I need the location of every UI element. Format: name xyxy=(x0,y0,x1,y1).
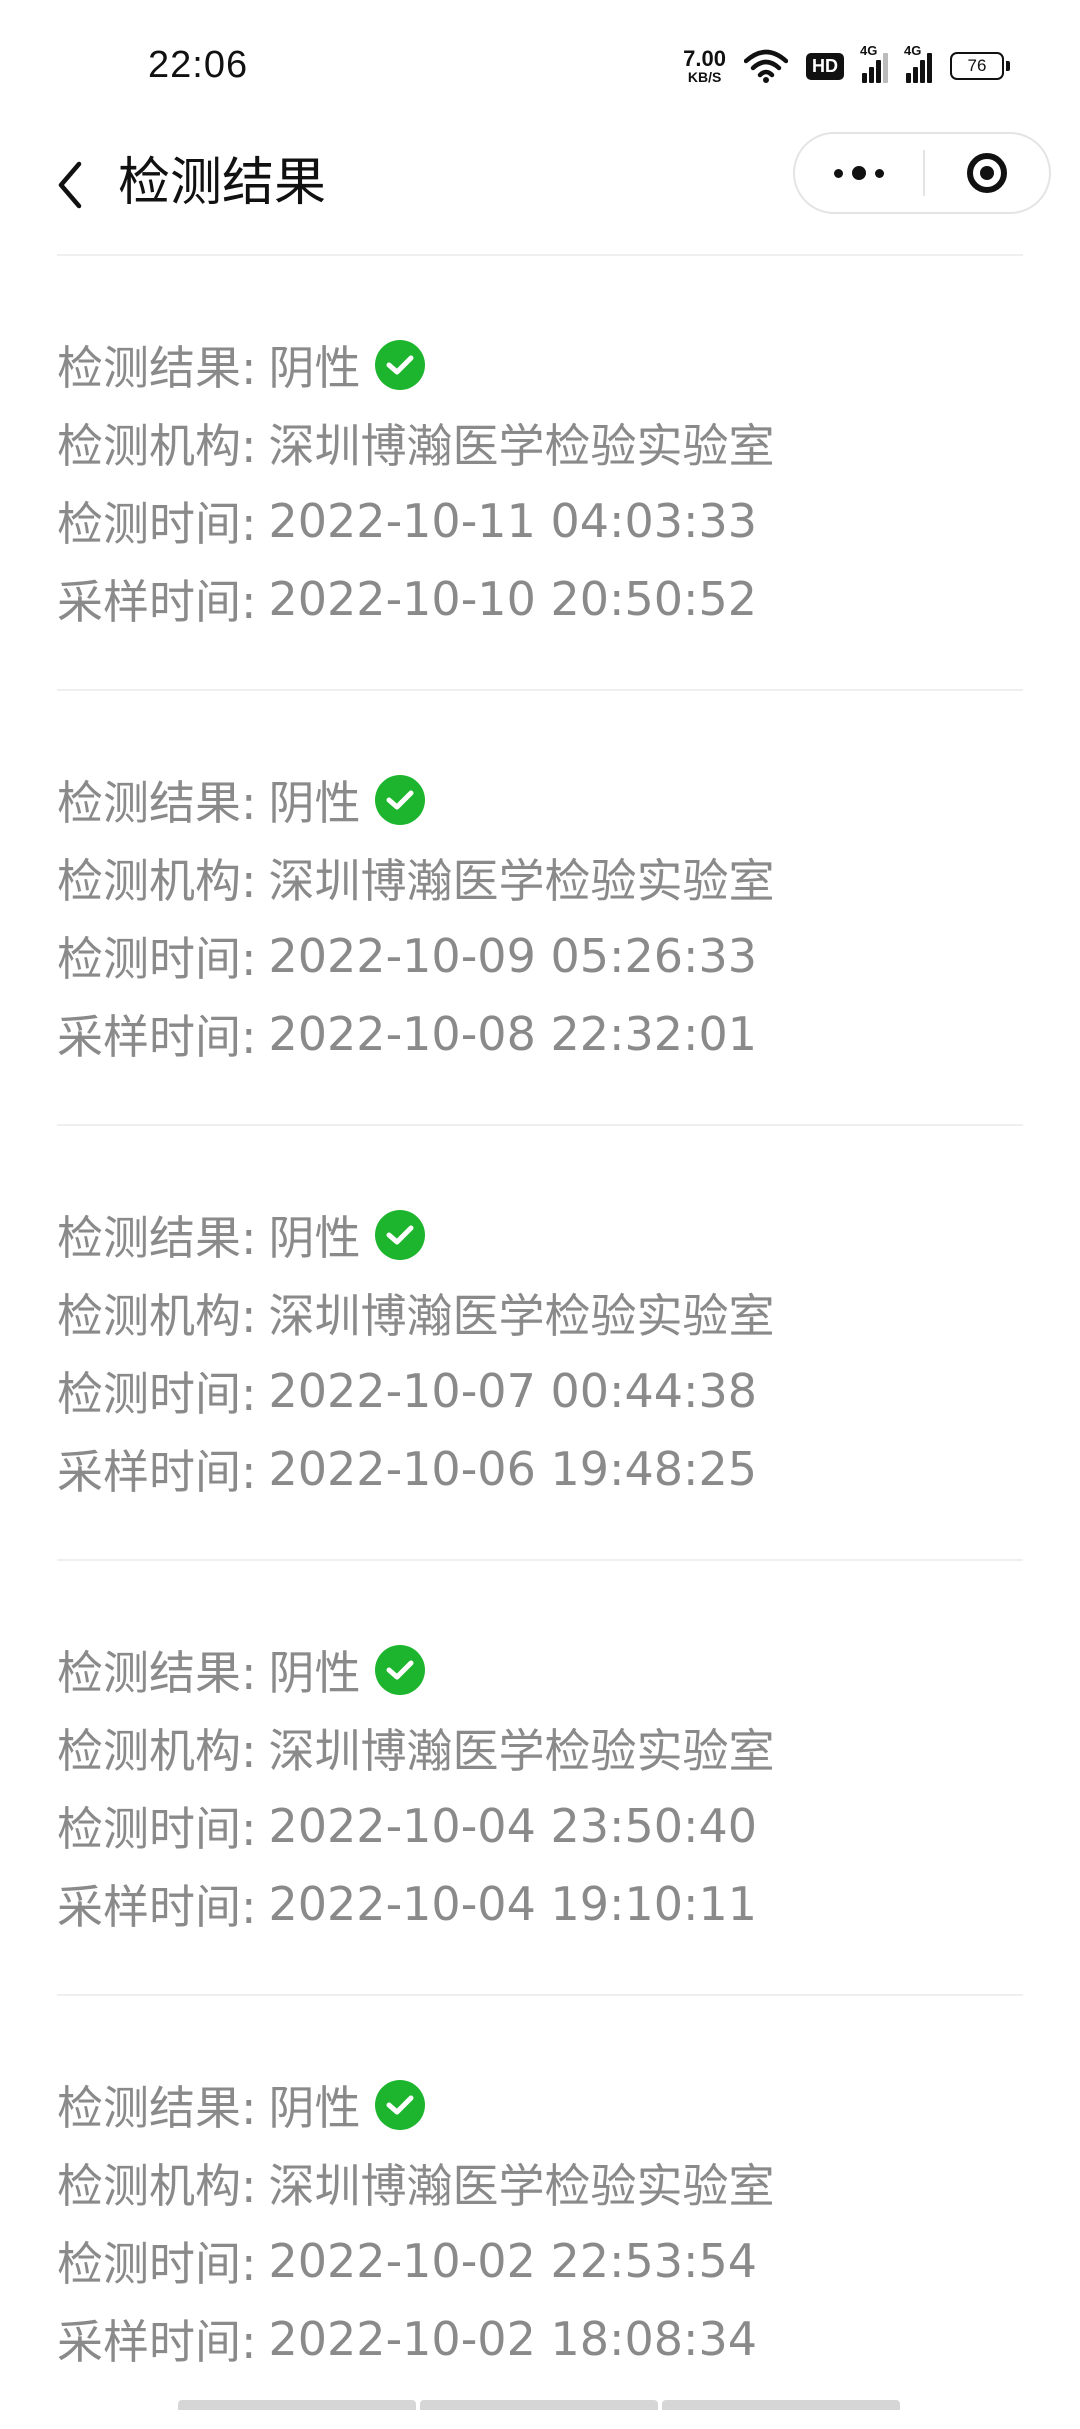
org-row: 检测机构: 深圳博瀚医学检验实验室 xyxy=(57,1709,1023,1787)
signal-icon-2: 4G xyxy=(904,43,932,83)
org-value: 深圳博瀚医学检验实验室 xyxy=(268,854,775,908)
signal-tag-2: 4G xyxy=(904,43,922,58)
test-time-row: 检测时间: 2022-10-11 04:03:33 xyxy=(57,482,1023,560)
page-title: 检测结果 xyxy=(118,153,327,213)
org-row: 检测机构: 深圳博瀚医学检验实验室 xyxy=(57,1274,1023,1352)
sample-time-label: 采样时间: xyxy=(57,575,257,629)
more-dots-icon xyxy=(834,168,843,178)
network-speed-value: 7.00 xyxy=(683,46,726,71)
back-button[interactable] xyxy=(40,150,100,220)
result-row: 检测结果: 阴性 xyxy=(57,326,1023,404)
result-label: 检测结果: xyxy=(57,341,257,395)
result-row: 检测结果: 阴性 xyxy=(57,761,1023,839)
sample-time-value: 2022-10-10 20:50:52 xyxy=(268,572,758,626)
sample-time-row: 采样时间: 2022-10-10 20:50:52 xyxy=(57,560,1023,638)
sample-time-value: 2022-10-08 22:32:01 xyxy=(268,1007,758,1061)
sample-time-label: 采样时间: xyxy=(57,1880,257,1934)
more-button[interactable] xyxy=(795,134,923,212)
org-label: 检测机构: xyxy=(57,419,257,473)
result-row: 检测结果: 阴性 xyxy=(57,2066,1023,2144)
list-item: 检测结果: 阴性 检测机构: 深圳博瀚医学检验实验室 检测时间: 2022-10… xyxy=(57,1561,1023,1994)
sample-time-label: 采样时间: xyxy=(57,1010,257,1064)
result-label: 检测结果: xyxy=(57,776,257,830)
org-value: 深圳博瀚医学检验实验室 xyxy=(268,1724,775,1778)
test-time-row: 检测时间: 2022-10-02 22:53:54 xyxy=(57,2222,1023,2300)
sample-time-value: 2022-10-06 19:48:25 xyxy=(268,1442,758,1496)
result-value: 阴性 xyxy=(268,341,361,395)
sample-time-value: 2022-10-02 18:08:34 xyxy=(268,2312,758,2366)
list-item: 检测结果: 阴性 检测机构: 深圳博瀚医学检验实验室 检测时间: 2022-10… xyxy=(57,1996,1023,2429)
mini-program-capsule xyxy=(793,132,1051,214)
test-time-value: 2022-10-07 00:44:38 xyxy=(268,1364,758,1418)
org-label: 检测机构: xyxy=(57,2159,257,2213)
sample-time-row: 采样时间: 2022-10-04 19:10:11 xyxy=(57,1865,1023,1943)
result-label: 检测结果: xyxy=(57,2081,257,2135)
org-row: 检测机构: 深圳博瀚医学检验实验室 xyxy=(57,404,1023,482)
result-value: 阴性 xyxy=(268,2081,361,2135)
test-time-value: 2022-10-02 22:53:54 xyxy=(268,2234,758,2288)
check-circle-icon xyxy=(374,340,425,390)
battery-icon: 76 xyxy=(950,52,1010,80)
nav-bar: 检测结果 xyxy=(0,130,1080,250)
battery-level: 76 xyxy=(950,52,1004,80)
result-label: 检测结果: xyxy=(57,1211,257,1265)
target-ring-icon xyxy=(967,153,1007,193)
signal-tag-1: 4G xyxy=(860,43,878,58)
org-value: 深圳博瀚医学检验实验室 xyxy=(268,419,775,473)
result-label: 检测结果: xyxy=(57,1646,257,1700)
org-row: 检测机构: 深圳博瀚医学检验实验室 xyxy=(57,839,1023,917)
test-time-row: 检测时间: 2022-10-04 23:50:40 xyxy=(57,1787,1023,1865)
sample-time-row: 采样时间: 2022-10-06 19:48:25 xyxy=(57,1430,1023,1508)
network-speed-unit: KB/S xyxy=(687,69,722,85)
org-value: 深圳博瀚医学检验实验室 xyxy=(268,1289,775,1343)
check-circle-icon xyxy=(374,775,425,825)
test-time-value: 2022-10-04 23:50:40 xyxy=(268,1799,758,1853)
test-time-label: 检测时间: xyxy=(57,1802,257,1856)
sample-time-label: 采样时间: xyxy=(57,2315,257,2369)
result-value: 阴性 xyxy=(268,1211,361,1265)
list-item: 检测结果: 阴性 检测机构: 深圳博瀚医学检验实验室 检测时间: 2022-10… xyxy=(57,1126,1023,1559)
test-time-value: 2022-10-09 05:26:33 xyxy=(268,929,758,983)
wifi-icon xyxy=(744,49,788,83)
result-list: 检测结果: 阴性 检测机构: 深圳博瀚医学检验实验室 检测时间: 2022-10… xyxy=(57,254,1023,2429)
list-item: 检测结果: 阴性 检测机构: 深圳博瀚医学检验实验室 检测时间: 2022-10… xyxy=(57,256,1023,689)
check-circle-icon xyxy=(374,1645,425,1695)
test-time-label: 检测时间: xyxy=(57,1367,257,1421)
sample-time-value: 2022-10-04 19:10:11 xyxy=(268,1877,758,1931)
org-label: 检测机构: xyxy=(57,854,257,908)
org-row: 检测机构: 深圳博瀚医学检验实验室 xyxy=(57,2144,1023,2222)
status-icons: 7.00 KB/S HD 4G 4G 76 xyxy=(683,43,1010,86)
test-time-row: 检测时间: 2022-10-07 00:44:38 xyxy=(57,1352,1023,1430)
sample-time-row: 采样时间: 2022-10-08 22:32:01 xyxy=(57,995,1023,1073)
status-bar: 22:06 7.00 KB/S HD 4G 4G 76 xyxy=(0,0,1080,130)
status-time: 22:06 xyxy=(148,44,249,86)
org-label: 检测机构: xyxy=(57,1289,257,1343)
check-circle-icon xyxy=(374,2080,425,2130)
chevron-left-icon xyxy=(58,161,82,209)
close-button[interactable] xyxy=(925,134,1049,212)
hd-voice-icon: HD xyxy=(806,52,844,80)
test-time-label: 检测时间: xyxy=(57,2237,257,2291)
test-time-value: 2022-10-11 04:03:33 xyxy=(268,494,758,548)
org-value: 深圳博瀚医学检验实验室 xyxy=(268,2159,775,2213)
result-value: 阴性 xyxy=(268,776,361,830)
test-time-row: 检测时间: 2022-10-09 05:26:33 xyxy=(57,917,1023,995)
signal-icon-1: 4G xyxy=(860,43,888,83)
test-time-label: 检测时间: xyxy=(57,497,257,551)
network-speed: 7.00 KB/S xyxy=(683,46,726,85)
result-value: 阴性 xyxy=(268,1646,361,1700)
test-time-label: 检测时间: xyxy=(57,932,257,986)
scroll-indicator xyxy=(178,2400,900,2410)
sample-time-label: 采样时间: xyxy=(57,1445,257,1499)
list-item: 检测结果: 阴性 检测机构: 深圳博瀚医学检验实验室 检测时间: 2022-10… xyxy=(57,691,1023,1124)
check-circle-icon xyxy=(374,1210,425,1260)
result-row: 检测结果: 阴性 xyxy=(57,1196,1023,1274)
result-row: 检测结果: 阴性 xyxy=(57,1631,1023,1709)
sample-time-row: 采样时间: 2022-10-02 18:08:34 xyxy=(57,2300,1023,2378)
org-label: 检测机构: xyxy=(57,1724,257,1778)
